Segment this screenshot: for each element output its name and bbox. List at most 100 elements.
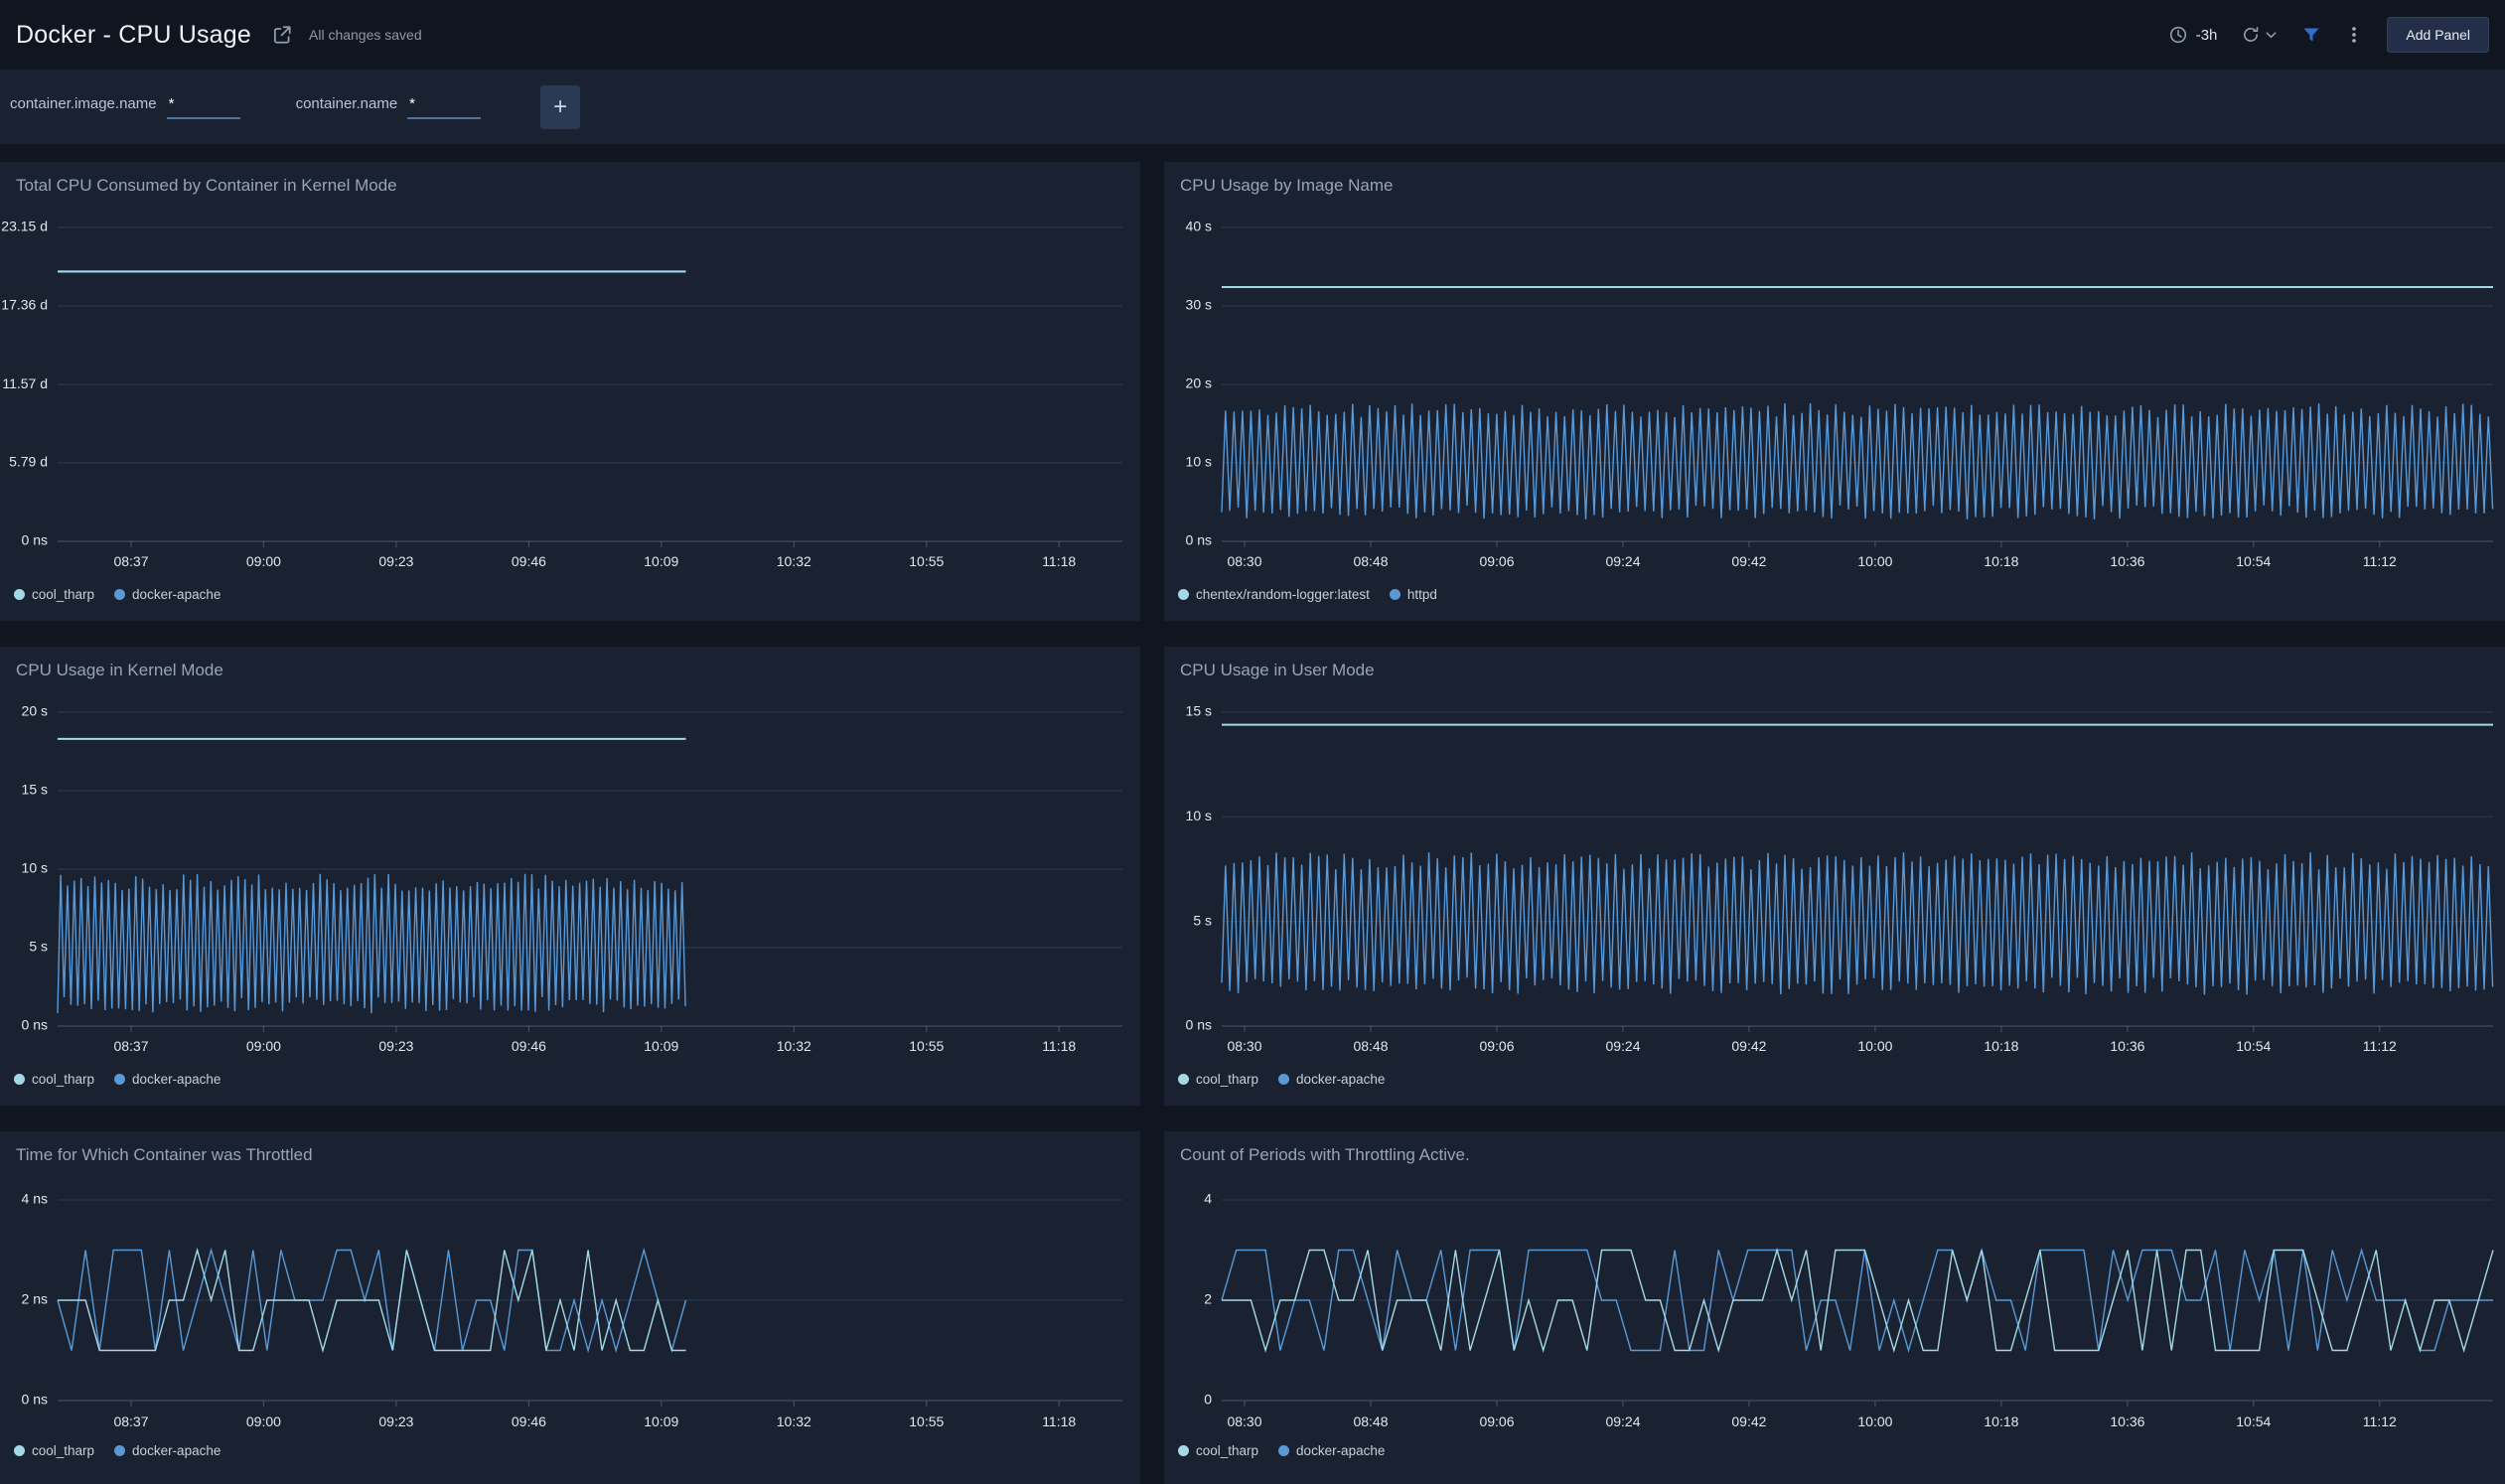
- legend-item[interactable]: docker-apache: [1278, 1072, 1385, 1087]
- header-actions: -3h Add Panel: [2168, 17, 2489, 53]
- svg-text:40 s: 40 s: [1186, 219, 1212, 234]
- refresh-icon: [2241, 25, 2261, 45]
- legend-item[interactable]: docker-apache: [1278, 1443, 1385, 1458]
- svg-text:08:37: 08:37: [113, 553, 148, 569]
- dashboard-header: Docker - CPU Usage All changes saved -3h: [0, 0, 2505, 70]
- svg-text:10:18: 10:18: [1984, 553, 2018, 569]
- filter-value-input[interactable]: [407, 95, 481, 119]
- legend-item[interactable]: docker-apache: [114, 1072, 221, 1087]
- svg-text:10:09: 10:09: [644, 1413, 678, 1429]
- svg-text:09:06: 09:06: [1479, 553, 1514, 569]
- svg-text:09:00: 09:00: [246, 553, 281, 569]
- svg-text:10 s: 10 s: [1186, 808, 1212, 823]
- chart-legend: cool_tharp docker-apache: [14, 1443, 221, 1458]
- svg-text:15 s: 15 s: [1186, 703, 1212, 719]
- filter-value-input[interactable]: [167, 95, 240, 119]
- page-title: Docker - CPU Usage: [16, 21, 251, 50]
- svg-text:10:54: 10:54: [2236, 553, 2271, 569]
- svg-text:09:42: 09:42: [1731, 553, 1766, 569]
- chart-cpu-user-mode[interactable]: 15 s10 s5 s0 ns08:3008:4809:0609:2409:42…: [1164, 647, 2505, 1106]
- svg-text:10:00: 10:00: [1857, 1413, 1892, 1429]
- chart-legend: cool_tharp docker-apache: [14, 1072, 221, 1087]
- svg-text:10:18: 10:18: [1984, 1413, 2018, 1429]
- chart-throttling-periods[interactable]: 42008:3008:4809:0609:2409:4210:0010:1810…: [1164, 1131, 2505, 1484]
- series-docker-apache: [1222, 852, 2493, 994]
- panel-title: CPU Usage in Kernel Mode: [16, 661, 223, 680]
- panel-total-cpu-kernel: Total CPU Consumed by Container in Kerne…: [0, 162, 1140, 621]
- legend-item[interactable]: cool_tharp: [14, 587, 94, 602]
- svg-text:08:30: 08:30: [1227, 553, 1261, 569]
- svg-text:11:12: 11:12: [2363, 1038, 2397, 1054]
- more-options-button[interactable]: [2345, 25, 2363, 45]
- refresh-button[interactable]: [2241, 25, 2278, 45]
- svg-text:09:00: 09:00: [246, 1413, 281, 1429]
- svg-text:09:00: 09:00: [246, 1038, 281, 1054]
- legend-item[interactable]: chentex/random-logger:latest: [1178, 587, 1370, 602]
- series-httpd: [1222, 403, 2493, 519]
- time-range-control[interactable]: -3h: [2168, 25, 2218, 45]
- svg-text:10:09: 10:09: [644, 553, 678, 569]
- svg-text:5 s: 5 s: [1193, 912, 1212, 928]
- chart-total-cpu-kernel[interactable]: 23.15 d17.36 d11.57 d5.79 d0 ns08:3709:0…: [0, 162, 1140, 621]
- svg-text:08:30: 08:30: [1227, 1038, 1261, 1054]
- legend-item[interactable]: docker-apache: [114, 1443, 221, 1458]
- svg-text:09:24: 09:24: [1605, 553, 1640, 569]
- add-filter-button[interactable]: +: [540, 85, 580, 129]
- kebab-icon: [2345, 25, 2363, 45]
- panel-throttled-time: Time for Which Container was Throttled 4…: [0, 1131, 1140, 1484]
- chart-cpu-kernel-mode[interactable]: 20 s15 s10 s5 s0 ns08:3709:0009:2309:461…: [0, 647, 1140, 1106]
- panel-throttling-periods: Count of Periods with Throttling Active.…: [1164, 1131, 2505, 1484]
- legend-item[interactable]: cool_tharp: [14, 1443, 94, 1458]
- legend-item[interactable]: cool_tharp: [1178, 1072, 1258, 1087]
- svg-text:0 ns: 0 ns: [1186, 532, 1212, 548]
- svg-text:09:42: 09:42: [1731, 1038, 1766, 1054]
- svg-text:0 ns: 0 ns: [1186, 1017, 1212, 1033]
- panel-title: Count of Periods with Throttling Active.: [1180, 1145, 1470, 1165]
- svg-text:10:00: 10:00: [1857, 553, 1892, 569]
- svg-text:09:23: 09:23: [378, 553, 413, 569]
- panel-title: Total CPU Consumed by Container in Kerne…: [16, 176, 397, 196]
- filter-label: container.name: [296, 95, 398, 112]
- filter-icon: [2301, 25, 2321, 45]
- panel-cpu-user-mode: CPU Usage in User Mode 15 s10 s5 s0 ns08…: [1164, 647, 2505, 1106]
- share-icon[interactable]: [271, 24, 293, 46]
- svg-text:09:24: 09:24: [1605, 1413, 1640, 1429]
- chart-legend: cool_tharp docker-apache: [1178, 1072, 1385, 1087]
- legend-item[interactable]: httpd: [1390, 587, 1437, 602]
- svg-text:10:18: 10:18: [1984, 1038, 2018, 1054]
- legend-item[interactable]: cool_tharp: [1178, 1443, 1258, 1458]
- filter-toggle-button[interactable]: [2301, 25, 2321, 45]
- svg-text:0 ns: 0 ns: [22, 1017, 48, 1033]
- svg-text:5.79 d: 5.79 d: [9, 454, 48, 470]
- panel-title: CPU Usage by Image Name: [1180, 176, 1393, 196]
- svg-text:10 s: 10 s: [1186, 454, 1212, 470]
- chart-throttled-time[interactable]: 4 ns2 ns0 ns08:3709:0009:2309:4610:0910:…: [0, 1131, 1140, 1484]
- svg-text:09:46: 09:46: [512, 1413, 546, 1429]
- svg-text:20 s: 20 s: [22, 703, 48, 719]
- svg-text:10:36: 10:36: [2110, 553, 2144, 569]
- time-range-value: -3h: [2196, 27, 2218, 44]
- svg-text:11:12: 11:12: [2363, 1413, 2397, 1429]
- chart-cpu-by-image[interactable]: 40 s30 s20 s10 s0 ns08:3008:4809:0609:24…: [1164, 162, 2505, 621]
- svg-text:08:48: 08:48: [1353, 1038, 1388, 1054]
- svg-text:08:48: 08:48: [1353, 553, 1388, 569]
- svg-text:08:48: 08:48: [1353, 1413, 1388, 1429]
- svg-text:30 s: 30 s: [1186, 297, 1212, 313]
- svg-text:09:46: 09:46: [512, 1038, 546, 1054]
- legend-item[interactable]: docker-apache: [114, 587, 221, 602]
- svg-text:11.57 d: 11.57 d: [2, 375, 48, 391]
- svg-text:10:36: 10:36: [2110, 1413, 2144, 1429]
- chart-legend: cool_tharp docker-apache: [14, 587, 221, 602]
- svg-text:4 ns: 4 ns: [22, 1191, 48, 1207]
- svg-text:09:42: 09:42: [1731, 1413, 1766, 1429]
- legend-item[interactable]: cool_tharp: [14, 1072, 94, 1087]
- svg-text:09:06: 09:06: [1479, 1413, 1514, 1429]
- svg-text:5 s: 5 s: [29, 939, 48, 955]
- svg-text:10:32: 10:32: [777, 1413, 811, 1429]
- svg-text:10:32: 10:32: [777, 553, 811, 569]
- svg-text:11:18: 11:18: [1042, 553, 1076, 569]
- chart-legend: cool_tharp docker-apache: [1178, 1443, 1385, 1458]
- add-panel-button[interactable]: Add Panel: [2387, 17, 2489, 53]
- svg-text:10:32: 10:32: [777, 1038, 811, 1054]
- svg-text:15 s: 15 s: [22, 782, 48, 798]
